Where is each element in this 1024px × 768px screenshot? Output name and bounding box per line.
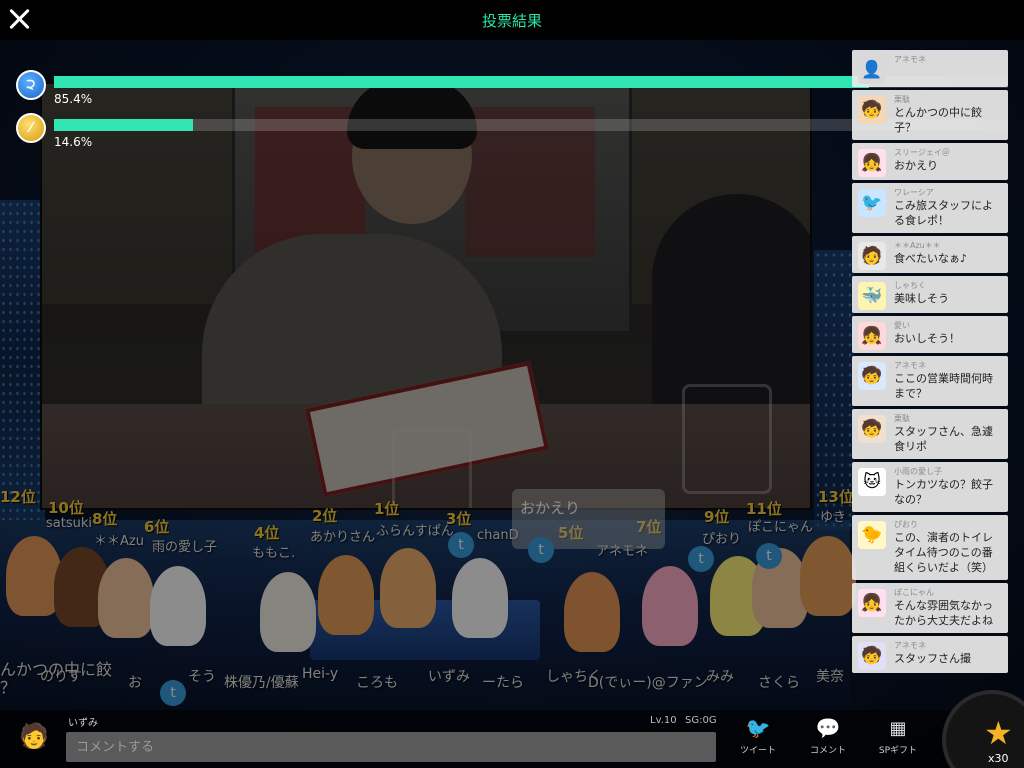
commenter-avatar[interactable]: 🐱: [858, 468, 886, 496]
comment-text: スタッフさん、急遽食リポ: [894, 425, 993, 453]
comment-text: おいしそう！: [894, 332, 960, 345]
sg-label: SG:0G: [685, 715, 717, 726]
level-label: Lv.10: [650, 715, 677, 726]
commenter-name: 栗駄: [894, 414, 910, 423]
commenter-avatar[interactable]: 👧: [858, 589, 886, 617]
commenter-avatar[interactable]: 👤: [858, 56, 886, 84]
comment-item[interactable]: 🐤 ぴおりこの、演者のトイレタイム待つのこの番組くらいだよ（笑）: [852, 515, 1008, 580]
commenter-name: ぽこにゃん: [894, 588, 934, 597]
commenter-name: ぴおり: [894, 520, 918, 529]
blue-coin-icon: ੨: [16, 70, 46, 100]
commenter-avatar[interactable]: 🐳: [858, 282, 886, 310]
comment-item[interactable]: 🧑 ＊＊Azu＊＊ 食べたいなぁ♪: [852, 236, 1008, 273]
commenter-name: スリージェイ＠: [894, 148, 950, 157]
comment-text: おかえり: [894, 159, 938, 172]
comment-text: とんかつの中に餃子？: [894, 106, 982, 134]
comment-item[interactable]: 🐱 小雨の愛し子トンカツなの？餃子なの？: [852, 462, 1008, 512]
commenter-avatar[interactable]: 🧒: [858, 362, 886, 390]
gold-coin-icon: ⁄: [16, 113, 46, 143]
commenter-avatar[interactable]: 🐤: [858, 521, 886, 549]
vote-bar-2: [54, 119, 194, 131]
sp-gift-label: SPギフト: [878, 746, 918, 756]
commenter-avatar[interactable]: 🐦: [858, 189, 886, 217]
comment-item[interactable]: 🧒 栗駄スタッフさん、急遽食リポ: [852, 409, 1008, 459]
commenter-name: アネモネ: [894, 641, 926, 650]
comment-item[interactable]: 👧 スリージェイ＠ おかえり: [852, 143, 1008, 180]
comment-text: この、演者のトイレタイム待つのこの番組くらいだよ（笑）: [894, 531, 993, 574]
commenter-name: しゃちく: [894, 281, 926, 290]
comment-item[interactable]: 🧒 栗駄とんかつの中に餃子？: [852, 90, 1008, 140]
commenter-avatar[interactable]: 👧: [858, 149, 886, 177]
vote-percent-1: 85.4%: [54, 92, 93, 106]
comment-text: スタッフさん撮: [894, 652, 971, 665]
vote-percent-2: 14.6%: [54, 135, 93, 149]
commenter-name: アネモネ: [894, 361, 926, 370]
commenter-name: アネモネ: [894, 55, 926, 64]
comment-item[interactable]: 🐦 ワレーシアこみ旅スタッフによる食レポ！: [852, 183, 1008, 233]
comment-item[interactable]: 👧 愛いおいしそう！: [852, 316, 1008, 353]
gift-grid-icon: ▦: [889, 717, 907, 739]
sp-gift-button[interactable]: ▦ SPギフト: [868, 716, 928, 764]
comment-text: そんな雰囲気なかったから大丈夫だよね: [894, 599, 993, 627]
comment-button[interactable]: 💬 コメント: [798, 716, 858, 764]
page-title: 投票結果: [481, 12, 542, 30]
comment-item[interactable]: 🧒 アネモネスタッフさん撮: [852, 636, 1008, 673]
user-avatar[interactable]: 🧑: [18, 716, 50, 756]
commenter-name: ＊＊Azu＊＊: [894, 241, 941, 250]
comment-text: 美味しそう: [894, 292, 949, 305]
star-icon: ★: [984, 714, 1013, 752]
comment-label: コメント: [809, 746, 846, 756]
commenter-avatar[interactable]: 👧: [858, 322, 886, 350]
speech-bubble-icon: 💬: [815, 716, 841, 740]
bird-icon: 🐦: [745, 716, 771, 740]
comment-list[interactable]: 👤 アネモネ 🧒 栗駄 とんかつの中に餃子？ 👧 スリージェイ＠ おかえり 🐦 ワレーシア こみ旅ス…: [852, 50, 1008, 710]
commenter-name: ワレーシア: [894, 188, 934, 197]
commenter-name: 愛い: [894, 321, 910, 330]
comment-item[interactable]: 🧒 アネモネここの営業時間何時まで？: [852, 356, 1008, 406]
star-count: x30: [988, 752, 1009, 765]
comment-text: こみ旅スタッフによる食レポ！: [894, 199, 993, 227]
app-root: 12位 10位 satsuki 8位 ＊＊Azu 6位 雨の愛し子 4位 ももこ. 2位 あかりさん…: [0, 0, 1024, 768]
commenter-name: 小雨の愛し子: [894, 467, 942, 476]
commenter-avatar[interactable]: 🧑: [858, 242, 886, 270]
commenter-avatar[interactable]: 🧒: [858, 415, 886, 443]
top-bar: 投票結果: [0, 0, 1024, 40]
comment-text: 食べたいなぁ♪: [894, 252, 968, 265]
comment-item[interactable]: 🐳 しゃちく美味しそう: [852, 276, 1008, 313]
vote-bar-1: [54, 76, 869, 88]
commenter-avatar[interactable]: 🧒: [858, 96, 886, 124]
comment-text: トンカツなの？餃子なの？: [894, 478, 993, 506]
comment-item[interactable]: 👤 アネモネ: [852, 50, 1008, 87]
commenter-name: 栗駄: [894, 95, 910, 104]
username: いずみ: [68, 718, 98, 729]
comment-input[interactable]: [66, 732, 716, 762]
tweet-label: ツイート: [739, 746, 776, 756]
tweet-button[interactable]: 🐦 ツイート: [728, 716, 788, 764]
comment-text: ここの営業時間何時まで？: [894, 372, 993, 400]
commenter-avatar[interactable]: 🧒: [858, 642, 886, 670]
comment-item[interactable]: 👧 ぽこにゃんそんな雰囲気なかったから大丈夫だよね: [852, 583, 1008, 633]
